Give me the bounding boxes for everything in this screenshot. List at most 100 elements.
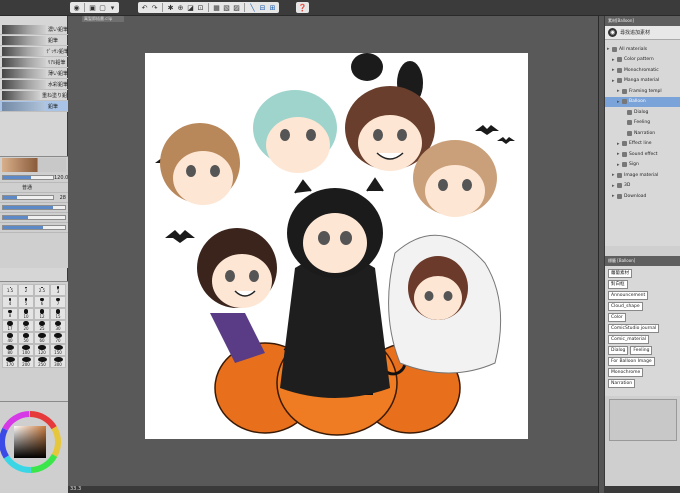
brush-size-preset[interactable]: 20 bbox=[18, 320, 34, 332]
brush-size-preset[interactable]: 40 bbox=[2, 332, 18, 344]
material-panel-header[interactable]: 素材[Balloon] bbox=[605, 16, 680, 26]
material-tree-item[interactable]: ▸ Sound effect bbox=[605, 149, 680, 160]
stabilization-slider[interactable] bbox=[2, 215, 66, 220]
save-icon[interactable]: ▣ bbox=[88, 3, 97, 12]
brush-size-preset[interactable]: 25 bbox=[34, 320, 50, 332]
material-tree-item[interactable]: Dialog bbox=[605, 107, 680, 118]
brush-size-preset[interactable]: 300 bbox=[50, 356, 66, 368]
color-wheel[interactable] bbox=[0, 402, 68, 493]
brush-size-preset[interactable]: 250 bbox=[34, 356, 50, 368]
help-icon[interactable]: ❓ bbox=[298, 3, 307, 12]
material-tree-item[interactable]: Feeling bbox=[605, 118, 680, 129]
fill-icon[interactable]: ◪ bbox=[186, 3, 195, 12]
brush-size-preset[interactable]: 100 bbox=[18, 344, 34, 356]
material-tree-item[interactable]: ▸ Download bbox=[605, 191, 680, 202]
brush-size-preset[interactable]: 200 bbox=[18, 356, 34, 368]
sub-tool-item[interactable]: ﾘｱﾙ鉛筆 bbox=[0, 57, 68, 68]
canvas-icon[interactable]: ◉ bbox=[72, 3, 81, 12]
material-tree-item[interactable]: ▸ Sign bbox=[605, 160, 680, 171]
tag-button[interactable]: Announcement bbox=[608, 291, 649, 300]
material-tree-item[interactable]: ▸ Manga material bbox=[605, 76, 680, 87]
invert-icon[interactable]: ▨ bbox=[232, 3, 241, 12]
folder-icon bbox=[622, 88, 627, 94]
material-tree-item[interactable]: ▸ Monochromatic bbox=[605, 65, 680, 76]
material-tree-item[interactable]: ▸ Balloon bbox=[605, 96, 680, 107]
brush-size-preset[interactable]: 150 bbox=[50, 344, 66, 356]
brush-size-preset[interactable]: 3 bbox=[50, 284, 66, 296]
canvas-workspace[interactable]: 萬聖節插畫.clip bbox=[68, 16, 598, 486]
sub-tool-item[interactable]: 水彩鉛筆 bbox=[0, 79, 68, 90]
material-tree-item[interactable]: ▸ Framing templ bbox=[605, 86, 680, 97]
brush-size-preset[interactable]: 12 bbox=[34, 308, 50, 320]
brush-size-preset[interactable]: 8 bbox=[2, 308, 18, 320]
tag-button[interactable]: Dialog bbox=[608, 346, 629, 355]
brush-size-preset[interactable]: 7 bbox=[50, 296, 66, 308]
material-tree-item[interactable]: ▸ Effect line bbox=[605, 139, 680, 150]
clear-icon[interactable]: ✱ bbox=[166, 3, 175, 12]
brush-size-preset[interactable]: 17 bbox=[2, 320, 18, 332]
brush-size-preset[interactable]: 4 bbox=[2, 296, 18, 308]
sub-tool-item[interactable]: 薄い鉛筆 bbox=[0, 68, 68, 79]
deselect-icon[interactable]: ▧ bbox=[222, 3, 231, 12]
undo-icon[interactable]: ↶ bbox=[140, 3, 149, 12]
zoom-level[interactable]: 33.3 bbox=[70, 486, 81, 493]
brush-size-preset[interactable]: 80 bbox=[2, 344, 18, 356]
guide-icon[interactable]: ⊞ bbox=[268, 3, 277, 12]
brush-size-preset[interactable]: 6 bbox=[34, 296, 50, 308]
sub-tool-item-selected[interactable]: 鉛筆 bbox=[0, 101, 68, 112]
material-tree-item[interactable]: ▸ Image material bbox=[605, 170, 680, 181]
brush-size-label: 6 bbox=[40, 301, 44, 307]
tag-button[interactable]: Comic_material bbox=[608, 335, 650, 344]
tag-button[interactable]: Narration bbox=[608, 379, 636, 388]
selection-icon[interactable]: ▦ bbox=[212, 3, 221, 12]
tag-button[interactable]: 蘿蔔素材 bbox=[608, 269, 632, 278]
sub-tool-item[interactable]: 重ね塗り鉛筆 bbox=[0, 90, 68, 101]
material-panel: 素材[Balloon] ◉ 尋找追加素材 ▸ All materials ▸ Colo… bbox=[605, 16, 680, 486]
material-tree-item[interactable]: Narration bbox=[605, 128, 680, 139]
brush-size-preset[interactable]: 10 bbox=[18, 308, 34, 320]
brush-size-preset[interactable]: 2.5 bbox=[34, 284, 50, 296]
select-icon[interactable]: ⊡ bbox=[196, 3, 205, 12]
tag-button[interactable]: Cloud_shape bbox=[608, 302, 643, 311]
transform-icon[interactable]: ⊕ bbox=[176, 3, 185, 12]
brush-size-preset[interactable]: 120 bbox=[34, 344, 50, 356]
sub-tool-item[interactable]: 鉛筆 bbox=[0, 35, 68, 46]
brush-size-preset[interactable]: 60 bbox=[34, 332, 50, 344]
tag-button[interactable]: 對白框 bbox=[608, 280, 628, 289]
tag-button[interactable]: Color bbox=[608, 313, 626, 322]
tag-button[interactable]: Feeling bbox=[630, 346, 653, 355]
dropdown-icon[interactable]: ▾ bbox=[108, 3, 117, 12]
brush-size-preset[interactable]: 70 bbox=[50, 332, 66, 344]
brush-size-preset[interactable]: 1.5 bbox=[2, 284, 18, 296]
material-tree-item[interactable]: ▸ 3D bbox=[605, 181, 680, 192]
document-tab[interactable]: 萬聖節插畫.clip bbox=[82, 16, 124, 22]
brush-size-preset[interactable]: 30 bbox=[50, 320, 66, 332]
brush-size-preset[interactable]: 5 bbox=[18, 296, 34, 308]
brush-size-preset[interactable]: 50 bbox=[18, 332, 34, 344]
sub-tool-item[interactable]: 濃い鉛筆 bbox=[0, 24, 68, 35]
redo-icon[interactable]: ↷ bbox=[150, 3, 159, 12]
sub-tool-label: 鉛筆 bbox=[48, 103, 59, 110]
brush-size-slider[interactable] bbox=[2, 175, 54, 180]
opacity-slider[interactable] bbox=[2, 205, 66, 210]
blend-mode-select[interactable]: 普通 bbox=[22, 184, 32, 191]
density-slider[interactable] bbox=[2, 195, 54, 200]
material-tree-item[interactable]: ▸ Color pattern bbox=[605, 55, 680, 66]
brush-size-label: 120 bbox=[38, 350, 46, 355]
brush-size-preset[interactable]: 15 bbox=[50, 308, 66, 320]
new-icon[interactable]: ▢ bbox=[98, 3, 107, 12]
find-material-button[interactable]: ◉ 尋找追加素材 bbox=[605, 26, 680, 40]
panel-dock-strip[interactable] bbox=[599, 16, 604, 493]
drawing-canvas[interactable] bbox=[145, 53, 528, 439]
folder-icon bbox=[617, 57, 622, 63]
antialias-slider[interactable] bbox=[2, 225, 66, 230]
brush-size-preset[interactable]: 170 bbox=[2, 356, 18, 368]
tag-button[interactable]: Monochrome bbox=[608, 368, 644, 377]
ruler-icon[interactable]: ╲ bbox=[248, 3, 257, 12]
tag-button[interactable]: ComicStudio journal bbox=[608, 324, 660, 333]
material-tree-item[interactable]: ▸ All materials bbox=[605, 44, 680, 55]
tag-button[interactable]: For Balloon Image bbox=[608, 357, 655, 366]
sub-tool-item[interactable]: ﾃﾞｯｻﾝ鉛筆 bbox=[0, 46, 68, 57]
brush-size-preset[interactable]: 2 bbox=[18, 284, 34, 296]
snap-icon[interactable]: ⊟ bbox=[258, 3, 267, 12]
